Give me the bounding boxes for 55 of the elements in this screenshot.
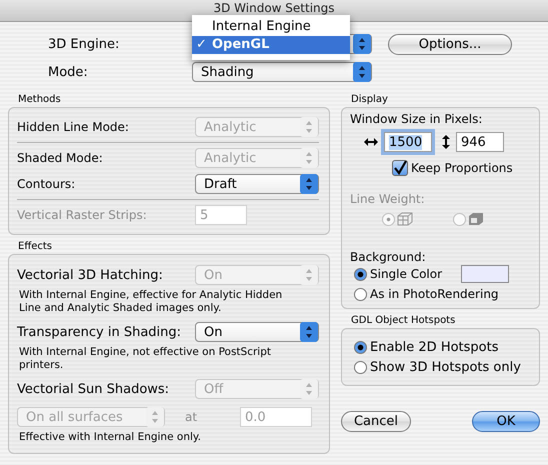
popup-button[interactable]: On (195, 322, 319, 342)
stepper-icon (300, 148, 318, 168)
solid-cube-icon (468, 212, 484, 226)
radio-label: As in PhotoRendering (370, 287, 499, 301)
ok-button[interactable]: OK (472, 411, 540, 432)
background-label: Background: (350, 250, 427, 264)
stepper-icon (300, 322, 318, 342)
checkbox[interactable] (392, 160, 408, 176)
window-size-label: Window Size in Pixels: (350, 112, 484, 126)
radio-button[interactable] (354, 268, 367, 280)
group-title: GDL Object Hotspots (350, 315, 456, 326)
radio-button[interactable] (354, 288, 367, 300)
field-label: Hidden Line Mode: (17, 120, 129, 134)
horizontal-arrow-icon (364, 138, 378, 146)
vertical-arrow-icon (442, 135, 450, 149)
checkbox-label: Keep Proportions (411, 161, 513, 175)
stepper-icon (353, 34, 371, 54)
stepper-icon (300, 174, 318, 194)
stepper-icon (353, 62, 371, 82)
stepper-icon (300, 265, 318, 285)
popup-button[interactable]: Draft (195, 174, 319, 194)
field-label: Shaded Mode: (17, 151, 103, 165)
line-weight-label: Line Weight: (350, 192, 426, 206)
radio-label: Show 3D Hotspots only (370, 360, 521, 374)
engine-label: 3D Engine: (47, 36, 120, 52)
cancel-button[interactable]: Cancel (341, 411, 411, 432)
group-title: Display (350, 94, 389, 105)
window-title: 3D Window Settings (213, 1, 335, 15)
field-label: Transparency in Shading: (17, 324, 182, 340)
radio-button[interactable] (354, 360, 367, 374)
help-text: Effective with Internal Engine only. (19, 431, 202, 444)
help-text: With Internal Engine, effective for Analytic Hidden Line and Analytic Shaded images only. (19, 289, 284, 315)
help-text: With Internal Engine, not effective on PostScript printers. (19, 346, 272, 372)
field-label: Contours: (17, 177, 76, 191)
mode-label: Mode: (47, 64, 89, 80)
field-label: Vertical Raster Strips: (17, 208, 147, 222)
stepper-icon (300, 117, 318, 137)
wireframe-cube-icon (397, 212, 413, 226)
group-title: Methods (17, 94, 62, 105)
width-field[interactable]: 1500 (384, 132, 432, 152)
menu-item[interactable]: ✓ OpenGL (192, 36, 350, 54)
stepper-icon (300, 379, 318, 399)
at-label: at (185, 410, 198, 424)
radio-label: Single Color (370, 267, 442, 281)
group-title: Effects (17, 241, 53, 252)
color-swatch[interactable] (461, 265, 510, 283)
mode-popup[interactable]: Shading (192, 62, 372, 82)
options-button[interactable]: Options... (388, 34, 512, 54)
field-label: Vectorial 3D Hatching: (17, 268, 163, 282)
radio-label: Enable 2D Hotspots (370, 340, 499, 354)
menu-item[interactable]: Internal Engine (192, 18, 350, 36)
field-label: Vectorial Sun Shadows: (17, 382, 170, 396)
radio-button[interactable] (354, 340, 367, 354)
stepper-icon (146, 407, 164, 427)
height-field[interactable]: 946 (456, 132, 504, 152)
